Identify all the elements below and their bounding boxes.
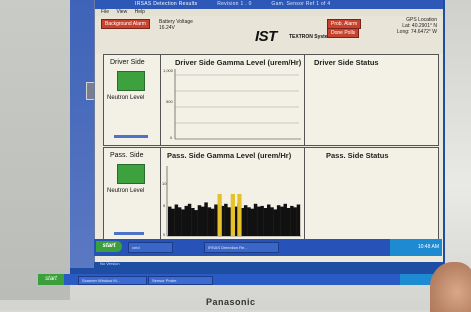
background-alarm-badge[interactable]: Background Alarm [101, 19, 150, 29]
pass-y-tick-bottom: 0 [163, 232, 166, 237]
gamma-bar [194, 210, 198, 236]
outer-task-sensor[interactable]: Sensor Probe [148, 276, 213, 285]
gamma-bar [174, 204, 179, 236]
menu-item-view[interactable]: View [116, 9, 127, 15]
outer-taskbar: start Scanner Window M... Sensor Probe [38, 274, 460, 285]
gamma-bar [201, 206, 205, 236]
brand-logo: IST [255, 28, 277, 45]
gamma-bar [184, 205, 188, 236]
driver-gamma-chart [174, 69, 301, 140]
app-window: IRSAS Detection Results Revision 1 . 0 G… [94, 0, 443, 262]
window-meta-sensor: Gam. Sensor Ref 1 of 4 [271, 1, 331, 7]
gamma-bar [283, 203, 287, 236]
pass-y-tick-top: 10 [162, 181, 167, 186]
status-toolbar: Background Alarm Battery Voltage 16.24V … [95, 16, 443, 54]
gamma-bar [280, 206, 284, 236]
menu-item-help[interactable]: Help [135, 9, 145, 15]
task-irsas[interactable]: IRSAS Detection Re... [204, 242, 279, 253]
driver-y-tick-bottom: 0 [170, 135, 173, 140]
gamma-bar [250, 208, 254, 236]
gamma-bar [270, 207, 274, 236]
driver-y-tick-mid: 500 [166, 99, 173, 104]
gps-long-label: Long: [396, 29, 410, 35]
gamma-bar [296, 204, 301, 236]
gamma-bar [276, 205, 281, 236]
driver-neutron-label: Neutron Level [107, 95, 145, 101]
gamma-bar [243, 205, 248, 236]
gamma-bar [267, 204, 271, 236]
gps-long-value: 74.6472° W [410, 29, 437, 35]
gamma-bar [286, 208, 291, 236]
gamma-alarm-highlight [217, 194, 222, 236]
print-indicator-note: Print Indicat No Version [100, 256, 121, 266]
gamma-bar [227, 207, 231, 236]
pass-gamma-chart [166, 166, 301, 237]
outer-task-scanner[interactable]: Scanner Window M... [78, 276, 147, 285]
inner-start-button[interactable]: start [96, 241, 122, 252]
pass-y-tick-mid: 5 [163, 203, 166, 208]
gamma-bar [273, 209, 278, 236]
driver-y-tick-top: 1,000 [163, 68, 174, 73]
gamma-alarm-highlight [230, 194, 235, 236]
driver-side-panel: Driver Side Neutron Level Driver Side Ga… [103, 54, 439, 146]
pass-neutron-level-bar [114, 232, 144, 235]
battery-readout: Battery Voltage 16.24V [159, 19, 193, 31]
pass-gamma-chart-cell: Pass. Side Gamma Level (urem/Hr) 10 5 0 [161, 148, 305, 240]
gamma-bar [187, 203, 192, 236]
gamma-bar [204, 202, 208, 236]
driver-gamma-chart-cell: Driver Side Gamma Level (urem/Hr) 1,000 … [161, 55, 305, 145]
menu-item-file[interactable]: File [101, 9, 109, 15]
gamma-bar [181, 209, 185, 236]
driver-side-label: Driver Side [110, 59, 145, 66]
background-wall [0, 0, 70, 300]
pass-side-panel: Pass. Side Neutron Level Pass. Side Gamm… [103, 147, 439, 241]
driver-side-status-light [117, 71, 145, 91]
gamma-bar [207, 207, 212, 236]
window-meta-revision: Revision 1 . 0 [217, 1, 252, 7]
gamma-bar [260, 205, 264, 236]
done-polls-badge[interactable]: Done Polls [327, 28, 360, 38]
gamma-bar [253, 203, 258, 236]
gamma-bar [191, 208, 195, 236]
task-cmd[interactable]: cmd [128, 242, 173, 253]
gamma-bar [247, 207, 251, 236]
inner-taskbar: start cmd IRSAS Detection Re... 10:48 AM [94, 239, 442, 256]
gamma-alarm-highlight [237, 194, 242, 236]
gamma-bar [168, 206, 172, 236]
gamma-bar [177, 207, 182, 236]
driver-neutron-level-bar [114, 135, 148, 138]
desktop-strip [70, 0, 94, 268]
window-title: IRSAS Detection Results [135, 1, 198, 7]
gamma-bar [224, 203, 228, 236]
pass-side-status-title: Pass. Side Status [326, 151, 389, 160]
monitor-brand-label: Panasonic [206, 297, 256, 307]
pass-side-status-light [117, 164, 145, 184]
pass-side-indicator-cell: Pass. Side Neutron Level [104, 148, 161, 240]
gps-location: GPS Location Lat: 40.2901° N Long: 74.64… [397, 17, 437, 35]
pass-side-label: Pass. Side [110, 152, 144, 159]
gamma-bar [197, 205, 202, 236]
gamma-bar [214, 204, 218, 236]
gamma-bar [293, 207, 297, 236]
system-tray-clock[interactable]: 10:48 AM [390, 239, 442, 256]
gamma-bar [257, 206, 261, 236]
driver-side-status-title: Driver Side Status [314, 58, 379, 67]
operator-hand [430, 262, 471, 312]
pass-neutron-label: Neutron Level [107, 188, 145, 194]
gamma-bar [263, 208, 268, 236]
gamma-bar [210, 208, 215, 236]
monitor-screen: IRSAS Detection Results Revision 1 . 0 G… [70, 0, 445, 282]
outer-start-button[interactable]: start [38, 274, 64, 285]
print-note-line-2: No Version [100, 261, 120, 266]
gamma-bar [290, 205, 294, 236]
gamma-bar [171, 208, 175, 236]
menu-bar: File View Help [95, 9, 443, 16]
driver-side-indicator-cell: Driver Side Neutron Level [104, 55, 161, 145]
window-titlebar[interactable]: IRSAS Detection Results Revision 1 . 0 G… [95, 0, 443, 9]
battery-value: 16.24V [159, 25, 175, 31]
